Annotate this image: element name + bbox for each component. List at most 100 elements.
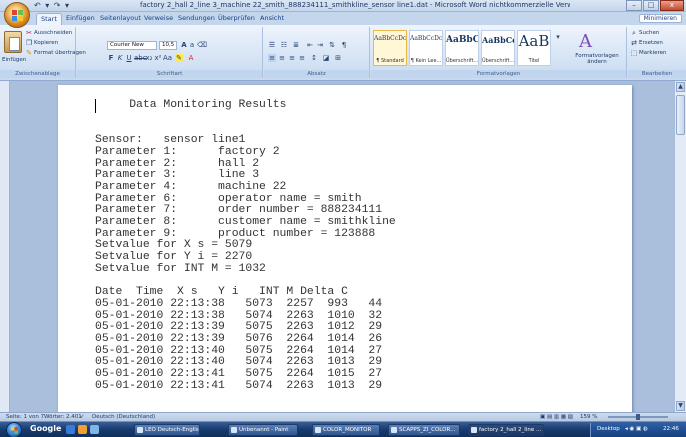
office-logo-icon xyxy=(12,10,23,21)
replace-button[interactable]: Ersetzen xyxy=(639,40,663,46)
tab-seitenlayout[interactable]: Seitenlayout xyxy=(96,13,145,25)
document-page[interactable]: Data Monitoring Results Sensor: sensor l… xyxy=(58,85,632,425)
style-no-spacing[interactable]: AaBbCcDc ¶ Kein Lee... xyxy=(409,30,443,66)
select-icon: ⬚ xyxy=(630,49,638,57)
multilevel-list-icon[interactable]: ≣ xyxy=(292,41,300,49)
ie-quicklaunch-icon[interactable] xyxy=(78,425,87,434)
align-left-icon[interactable]: ≡ xyxy=(268,54,276,62)
cut-button[interactable]: Ausschneiden xyxy=(34,30,72,36)
vertical-scrollbar[interactable]: ▲ ▼ xyxy=(674,81,686,412)
taskbar-item-leo[interactable]: LEO Deutsch-Englis... xyxy=(134,424,200,436)
minimize-ribbon-button[interactable]: Minimieren xyxy=(638,14,682,23)
font-group-label: Schriftart xyxy=(77,70,262,78)
superscript-icon[interactable]: x² xyxy=(154,54,162,62)
shading-icon[interactable]: ◪ xyxy=(322,54,330,62)
status-bar: Seite: 1 von 7 Wörter: 2.401 ✓ Deutsch (… xyxy=(0,412,686,421)
window-controls: – □ x xyxy=(626,0,684,11)
view-buttons[interactable]: ▣ ▤ ▥ ▦ ▧ xyxy=(540,413,573,421)
document-text[interactable]: Data Monitoring Results Sensor: sensor l… xyxy=(95,99,396,393)
language-status[interactable]: Deutsch (Deutschland) xyxy=(92,413,155,421)
table-header: Date Time X s Y i INT M Delta C xyxy=(95,286,348,299)
style-standard[interactable]: AaBbCcDc ¶ Standard xyxy=(373,30,407,66)
page-count[interactable]: Seite: 1 von 7 xyxy=(6,413,44,421)
tab-einfuegen[interactable]: Einfügen xyxy=(62,13,99,25)
ribbon-tabs: Start Einfügen Seitenlayout Verweise Sen… xyxy=(0,12,686,25)
quick-access-toolbar[interactable]: ↶ ▾ ↷ ▾ xyxy=(34,1,70,10)
subscript-icon[interactable]: x₂ xyxy=(145,54,153,62)
tab-start[interactable]: Start xyxy=(36,13,62,25)
scroll-up-icon[interactable]: ▲ xyxy=(676,82,685,92)
table-row: 05-01-2010 22:13:38 5074 2263 1010 32 xyxy=(95,309,383,322)
taskbar-item-paint[interactable]: Unbenannt - Paint xyxy=(228,424,298,436)
increase-indent-icon[interactable]: ⇥ xyxy=(316,41,324,49)
taskbar-item-scapps[interactable]: SCAPPS_ZI_COLOR... xyxy=(388,424,460,436)
table-row: 05-01-2010 22:13:39 5075 2263 1012 29 xyxy=(95,321,383,334)
clock[interactable]: 22:46 xyxy=(663,423,679,436)
tray-icons[interactable]: ◂ ◉ ▣ ◍ xyxy=(625,423,648,436)
setvalue-line: Setvalue for X s = 5079 xyxy=(95,239,253,252)
font-size-select[interactable]: 10,5 xyxy=(159,41,177,50)
taskbar-item-word[interactable]: factory 2_hall 2_line ... xyxy=(468,424,544,436)
shrink-font-icon[interactable]: a xyxy=(188,41,196,49)
scroll-down-icon[interactable]: ▼ xyxy=(676,401,685,411)
style-heading-2[interactable]: AaBbCc Überschrift... xyxy=(481,30,515,66)
change-styles-icon: A xyxy=(579,31,592,52)
tab-ueberpruefen[interactable]: Überprüfen xyxy=(214,13,259,25)
show-desktop-icon[interactable] xyxy=(66,425,75,434)
select-button[interactable]: Markieren xyxy=(639,50,666,56)
system-tray: Desktop ◂ ◉ ▣ ◍ 22:46 xyxy=(590,423,686,437)
change-case-icon[interactable]: Aa xyxy=(163,54,172,62)
line-spacing-icon[interactable]: ↕ xyxy=(310,54,318,62)
vertical-ruler xyxy=(0,81,10,412)
switch-windows-icon[interactable] xyxy=(90,425,99,434)
highlight-icon[interactable]: ✎ xyxy=(175,54,183,62)
taskbar-item-color-monitor[interactable]: COLOR_MONITOR xyxy=(312,424,380,436)
minimize-button[interactable]: – xyxy=(626,0,642,11)
tab-sendungen[interactable]: Sendungen xyxy=(174,13,219,25)
decrease-indent-icon[interactable]: ⇤ xyxy=(306,41,314,49)
align-center-icon[interactable]: ≡ xyxy=(278,54,286,62)
font-color-icon[interactable]: A xyxy=(187,54,195,62)
paragraph-group: ☰ ☷ ≣ ⇤ ⇥ ⇅ ¶ ≡ ≡ ≡ ≡ ↕ ◪ ⊞ Absatz xyxy=(264,27,370,78)
desktop-toolbar[interactable]: Desktop xyxy=(597,423,620,436)
paste-icon[interactable] xyxy=(4,31,22,53)
justify-icon[interactable]: ≡ xyxy=(298,54,306,62)
setvalue-line: Setvalue for INT M = 1032 xyxy=(95,262,266,275)
styles-scroll-icon[interactable]: ▾ xyxy=(554,33,562,41)
change-styles-button[interactable]: A Formatvorlagen ändern xyxy=(569,27,625,69)
underline-icon[interactable]: U xyxy=(125,54,133,62)
style-heading-1[interactable]: AaBbC Überschrift... xyxy=(445,30,479,66)
zoom-slider-handle[interactable] xyxy=(636,414,640,420)
font-group: Courier New 10,5 A a ⌫ F K U abc x₂ x² A… xyxy=(77,27,263,78)
table-row: 05-01-2010 22:13:40 5074 2263 1013 29 xyxy=(95,356,383,369)
show-formatting-icon[interactable]: ¶ xyxy=(340,41,348,49)
italic-icon[interactable]: K xyxy=(116,54,124,62)
maximize-button[interactable]: □ xyxy=(643,0,659,11)
office-button[interactable] xyxy=(4,2,30,28)
scroll-thumb[interactable] xyxy=(676,95,685,135)
style-title[interactable]: AaB Titel xyxy=(517,30,551,66)
grow-font-icon[interactable]: A xyxy=(180,41,188,49)
numbering-icon[interactable]: ☷ xyxy=(280,41,288,49)
word-count[interactable]: Wörter: 2.401 xyxy=(44,413,82,421)
proofing-icon[interactable]: ✓ xyxy=(80,413,85,421)
table-row: 05-01-2010 22:13:41 5075 2264 1015 27 xyxy=(95,368,383,381)
font-family-select[interactable]: Courier New xyxy=(107,41,157,50)
close-button[interactable]: x xyxy=(660,0,684,11)
bold-icon[interactable]: F xyxy=(107,54,115,62)
align-right-icon[interactable]: ≡ xyxy=(288,54,296,62)
tab-ansicht[interactable]: Ansicht xyxy=(256,13,288,25)
clear-format-icon[interactable]: ⌫ xyxy=(197,41,207,49)
google-toolbar[interactable]: Google xyxy=(30,424,61,433)
paste-button[interactable]: Einfügen xyxy=(2,57,26,63)
borders-icon[interactable]: ⊞ xyxy=(334,54,342,62)
sort-icon[interactable]: ⇅ xyxy=(328,41,336,49)
strikethrough-icon[interactable]: abc xyxy=(134,54,147,62)
find-button[interactable]: Suchen xyxy=(639,30,659,36)
tab-verweise[interactable]: Verweise xyxy=(140,13,177,25)
start-button[interactable] xyxy=(6,422,22,437)
copy-button[interactable]: Kopieren xyxy=(34,40,58,46)
document-area: Data Monitoring Results Sensor: sensor l… xyxy=(0,81,686,425)
zoom-level[interactable]: 159 % xyxy=(580,413,597,421)
bullets-icon[interactable]: ☰ xyxy=(268,41,276,49)
